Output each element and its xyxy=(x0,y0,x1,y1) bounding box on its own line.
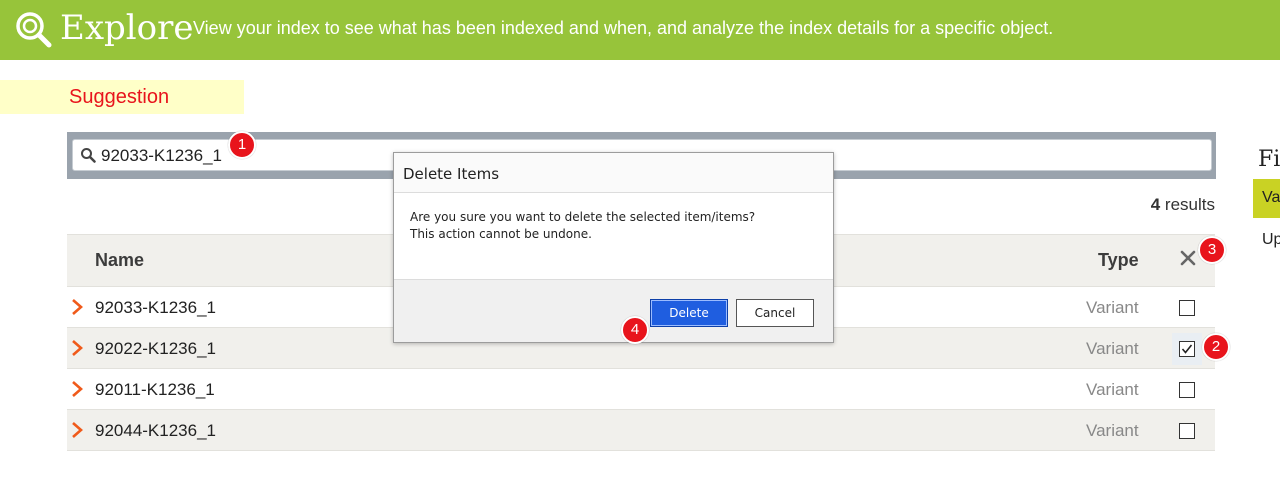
dialog-titlebar: Delete Items xyxy=(394,153,833,193)
filter-selected-item[interactable]: Va xyxy=(1253,179,1280,218)
row-name: 92011-K1236_1 xyxy=(95,380,215,399)
callout-badge-3: 3 xyxy=(1198,236,1226,264)
row-checkbox[interactable] xyxy=(1179,382,1195,398)
filter-panel-title: Fi xyxy=(1258,147,1280,172)
results-label: results xyxy=(1164,195,1215,214)
table-row[interactable]: 92044-K1236_1 Variant xyxy=(67,410,1215,451)
row-name: 92022-K1236_1 xyxy=(95,339,217,358)
row-name: 92044-K1236_1 xyxy=(95,421,217,440)
table-row[interactable]: 92011-K1236_1 Variant xyxy=(67,369,1215,410)
suggestion-label: Suggestion xyxy=(69,86,170,108)
suggestion-box[interactable]: Suggestion xyxy=(0,80,244,114)
search-icon xyxy=(81,148,96,163)
dialog-title: Delete Items xyxy=(403,165,500,183)
callout-badge-2: 2 xyxy=(1202,333,1230,361)
row-checkbox[interactable] xyxy=(1179,300,1195,316)
page-subtitle: View your index to see what has been ind… xyxy=(193,18,1054,38)
results-number: 4 xyxy=(1150,195,1161,214)
chevron-right-icon[interactable] xyxy=(70,298,84,316)
zoom-in-icon xyxy=(16,12,52,48)
column-header-name[interactable]: Name xyxy=(95,250,144,271)
dialog-body: Are you sure you want to delete the sele… xyxy=(394,193,833,279)
row-checkbox-checked[interactable] xyxy=(1179,341,1195,357)
delete-items-dialog: Delete Items Are you sure you want to de… xyxy=(393,152,834,343)
search-value: 92033-K1236_1 xyxy=(101,146,223,165)
callout-badge-1: 1 xyxy=(228,131,256,159)
checkmark-icon xyxy=(1181,344,1193,354)
chevron-right-icon[interactable] xyxy=(70,421,84,439)
page-title: Explore xyxy=(60,8,194,48)
delete-selected-icon[interactable] xyxy=(1179,249,1197,267)
dialog-footer: Delete Cancel xyxy=(394,279,833,342)
dialog-message-line-2: This action cannot be undone. xyxy=(410,227,592,241)
dialog-message-line-1: Are you sure you want to delete the sele… xyxy=(410,210,756,224)
cancel-button[interactable]: Cancel xyxy=(736,299,814,327)
filter-item[interactable]: Up xyxy=(1262,231,1280,249)
column-header-type[interactable]: Type xyxy=(1098,250,1139,271)
row-type: Variant xyxy=(1086,380,1139,399)
results-count: 4 results xyxy=(1151,195,1215,215)
chevron-right-icon[interactable] xyxy=(70,339,84,357)
row-name: 92033-K1236_1 xyxy=(95,298,217,317)
header-bar: Explore View your index to see what has … xyxy=(0,0,1280,60)
callout-badge-4: 4 xyxy=(621,316,649,344)
row-type: Variant xyxy=(1086,421,1139,440)
chevron-right-icon[interactable] xyxy=(70,380,84,398)
row-checkbox[interactable] xyxy=(1179,423,1195,439)
row-type: Variant xyxy=(1086,298,1139,317)
filter-selected-label: Va xyxy=(1262,189,1280,206)
delete-button[interactable]: Delete xyxy=(650,299,728,327)
row-type: Variant xyxy=(1086,339,1139,358)
